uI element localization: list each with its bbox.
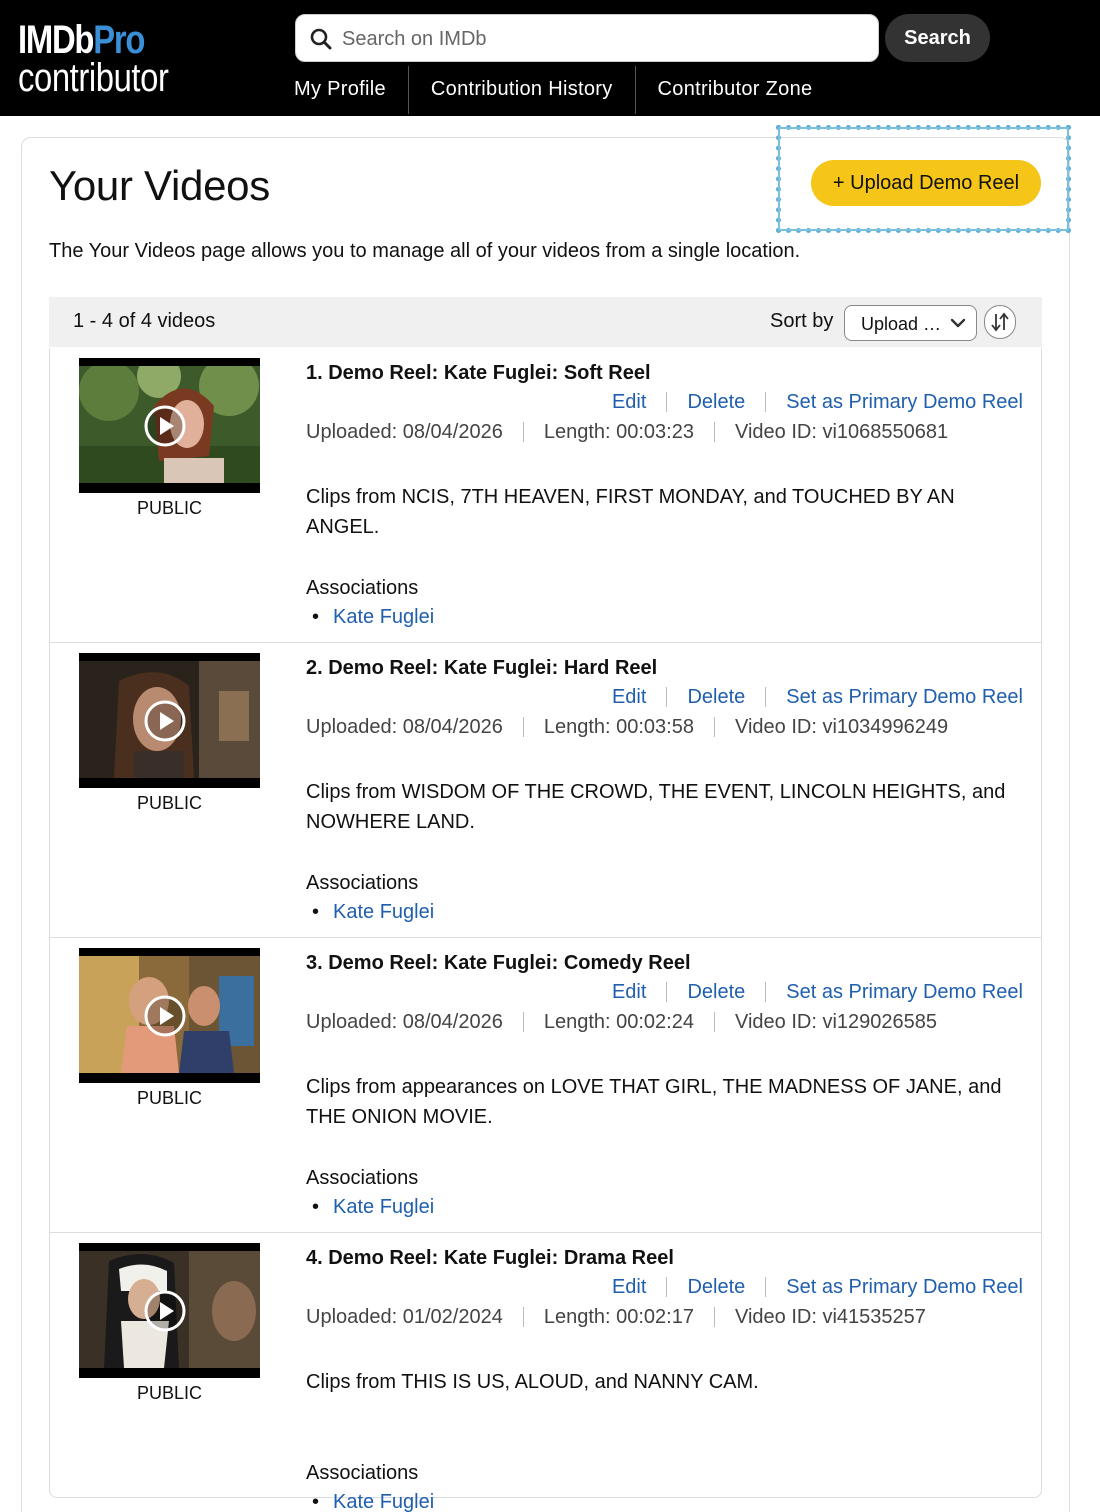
delete-link[interactable]: Delete xyxy=(666,687,765,707)
video-thumbnail[interactable] xyxy=(79,358,260,493)
associations-label: Associations xyxy=(306,872,419,894)
play-icon xyxy=(144,405,186,447)
set-primary-link[interactable]: Set as Primary Demo Reel xyxy=(765,982,1023,1002)
video-row: PUBLIC 2. Demo Reel: Kate Fuglei: Hard R… xyxy=(50,643,1041,938)
delete-link[interactable]: Delete xyxy=(666,392,765,412)
play-icon xyxy=(144,700,186,742)
association-link[interactable]: Kate Fuglei xyxy=(312,1491,434,1512)
video-title: 4. Demo Reel: Kate Fuglei: Drama Reel xyxy=(306,1247,674,1269)
uploaded-date: Uploaded: 01/02/2024 xyxy=(306,1306,503,1328)
video-description: Clips from NCIS, 7TH HEAVEN, FIRST MONDA… xyxy=(306,486,955,538)
search-box xyxy=(295,14,879,62)
list-header: 1 - 4 of 4 videos Sort by Upload … xyxy=(49,297,1042,347)
video-row: PUBLIC 1. Demo Reel: Kate Fuglei: Soft R… xyxy=(50,348,1041,643)
association-link[interactable]: Kate Fuglei xyxy=(312,1196,434,1219)
uploaded-date: Uploaded: 08/04/2026 xyxy=(306,716,503,738)
video-row: PUBLIC 3. Demo Reel: Kate Fuglei: Comedy… xyxy=(50,938,1041,1233)
edit-link[interactable]: Edit xyxy=(612,392,666,412)
nav-contributor-zone[interactable]: Contributor Zone xyxy=(634,66,835,114)
video-thumbnail[interactable] xyxy=(79,653,260,788)
logo-contributor-text: contributor xyxy=(18,56,169,100)
video-actions: Edit Delete Set as Primary Demo Reel xyxy=(612,392,1023,412)
associations-label: Associations xyxy=(306,577,419,599)
video-actions: Edit Delete Set as Primary Demo Reel xyxy=(612,1277,1023,1297)
edit-link[interactable]: Edit xyxy=(612,1277,666,1297)
set-primary-link[interactable]: Set as Primary Demo Reel xyxy=(765,687,1023,707)
visibility-label: PUBLIC xyxy=(136,498,203,518)
play-icon xyxy=(144,995,186,1037)
nav-my-profile[interactable]: My Profile xyxy=(294,66,408,114)
top-bar: IMDbPro contributor Search My Profile Co… xyxy=(0,0,1100,116)
associations-label: Associations xyxy=(306,1167,419,1189)
sort-select-value: Upload … xyxy=(861,314,942,334)
delete-link[interactable]: Delete xyxy=(666,982,765,1002)
video-meta: Uploaded: 01/02/2024 Length: 00:02:17 Vi… xyxy=(306,1307,946,1327)
association-link[interactable]: Kate Fuglei xyxy=(312,606,434,629)
nav-contribution-history[interactable]: Contribution History xyxy=(407,66,635,114)
video-list: PUBLIC 1. Demo Reel: Kate Fuglei: Soft R… xyxy=(49,348,1042,1512)
edit-link[interactable]: Edit xyxy=(612,982,666,1002)
video-row: PUBLIC 4. Demo Reel: Kate Fuglei: Drama … xyxy=(50,1233,1041,1512)
video-thumbnail[interactable] xyxy=(79,948,260,1083)
uploaded-date: Uploaded: 08/04/2026 xyxy=(306,421,503,443)
video-description: Clips from THIS IS US, ALOUD, and NANNY … xyxy=(306,1371,759,1393)
imdbpro-contributor-logo[interactable]: IMDbPro contributor xyxy=(18,20,193,98)
video-id: Video ID: vi41535257 xyxy=(713,1307,946,1327)
video-meta: Uploaded: 08/04/2026 Length: 00:02:24 Vi… xyxy=(306,1012,957,1032)
sort-label: Sort by xyxy=(770,310,834,332)
upload-demo-reel-button[interactable]: + Upload Demo Reel xyxy=(811,160,1041,206)
video-description: Clips from appearances on LOVE THAT GIRL… xyxy=(306,1076,1002,1128)
sort-order-toggle[interactable] xyxy=(984,305,1016,339)
video-length: Length: 00:02:17 xyxy=(522,1307,714,1327)
association-link[interactable]: Kate Fuglei xyxy=(312,901,434,924)
video-description: Clips from WISDOM OF THE CROWD, THE EVEN… xyxy=(306,781,1006,833)
sort-select[interactable]: Upload … xyxy=(844,305,977,341)
video-length: Length: 00:03:23 xyxy=(522,422,714,442)
video-count: 1 - 4 of 4 videos xyxy=(73,310,216,332)
video-actions: Edit Delete Set as Primary Demo Reel xyxy=(612,982,1023,1002)
page-intro-text: The Your Videos page allows you to manag… xyxy=(49,240,801,262)
set-primary-link[interactable]: Set as Primary Demo Reel xyxy=(765,1277,1023,1297)
video-actions: Edit Delete Set as Primary Demo Reel xyxy=(612,687,1023,707)
video-thumbnail[interactable] xyxy=(79,1243,260,1378)
delete-link[interactable]: Delete xyxy=(666,1277,765,1297)
chevron-down-icon xyxy=(950,318,966,328)
search-icon xyxy=(310,28,332,50)
search-button[interactable]: Search xyxy=(885,14,990,62)
video-meta: Uploaded: 08/04/2026 Length: 00:03:23 Vi… xyxy=(306,422,968,442)
set-primary-link[interactable]: Set as Primary Demo Reel xyxy=(765,392,1023,412)
video-title: 1. Demo Reel: Kate Fuglei: Soft Reel xyxy=(306,362,651,384)
video-title: 2. Demo Reel: Kate Fuglei: Hard Reel xyxy=(306,657,658,679)
visibility-label: PUBLIC xyxy=(136,1088,203,1108)
video-meta: Uploaded: 08/04/2026 Length: 00:03:58 Vi… xyxy=(306,717,968,737)
video-length: Length: 00:02:24 xyxy=(522,1012,714,1032)
search-input[interactable] xyxy=(342,23,862,55)
sort-order-icon xyxy=(991,312,1009,332)
page-title: Your Videos xyxy=(49,162,270,209)
visibility-label: PUBLIC xyxy=(136,1383,203,1403)
video-id: Video ID: vi1068550681 xyxy=(713,422,968,442)
video-length: Length: 00:03:58 xyxy=(522,717,714,737)
uploaded-date: Uploaded: 08/04/2026 xyxy=(306,1011,503,1033)
associations-label: Associations xyxy=(306,1462,419,1484)
play-icon xyxy=(144,1290,186,1332)
visibility-label: PUBLIC xyxy=(136,793,203,813)
video-id: Video ID: vi1034996249 xyxy=(713,717,968,737)
edit-link[interactable]: Edit xyxy=(612,687,666,707)
video-id: Video ID: vi129026585 xyxy=(713,1012,957,1032)
video-title: 3. Demo Reel: Kate Fuglei: Comedy Reel xyxy=(306,952,691,974)
main-nav: My Profile Contribution History Contribu… xyxy=(294,66,834,114)
